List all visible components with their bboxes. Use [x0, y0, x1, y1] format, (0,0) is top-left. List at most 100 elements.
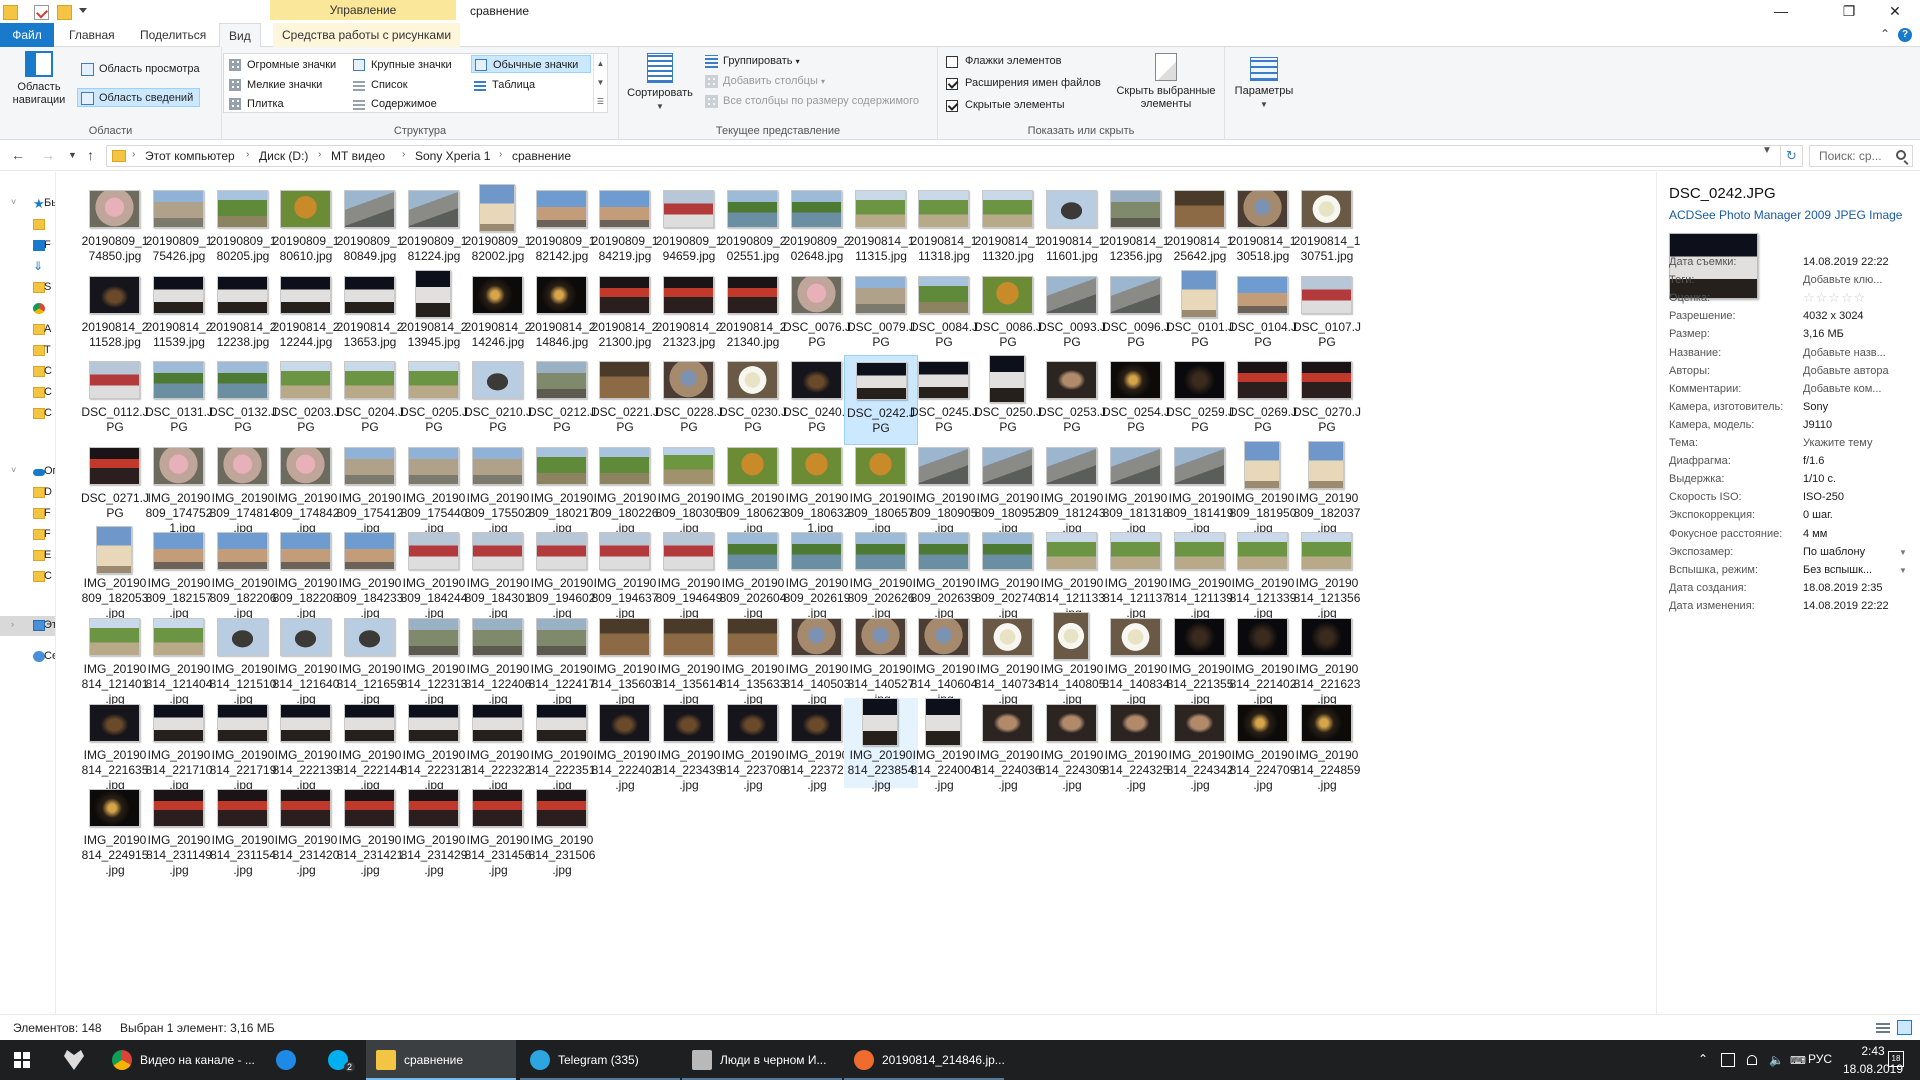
file-item[interactable]: IMG_20190814_140604.jpg	[907, 612, 981, 706]
add-columns-button[interactable]: Добавить столбцы ▾	[702, 72, 825, 91]
file-item[interactable]: IMG_20190 814_222312 .jpg	[397, 698, 471, 792]
file-item[interactable]: IMG_20190 809_180632 _1.jpg	[780, 441, 854, 535]
property-row[interactable]: Экспозамер: По шаблону ▼	[1669, 546, 1909, 564]
file-item[interactable]: IMG_20190 809_175412 .jpg	[333, 441, 407, 535]
property-row[interactable]: Комментарии: Добавьте ком...	[1669, 383, 1909, 401]
file-item[interactable]: IMG_20190 814_221635 .jpg	[78, 698, 152, 792]
file-item[interactable]: IMG_20190 814_224859 .jpg	[1290, 698, 1364, 792]
file-item[interactable]: 20190814_1 11320.jpg	[971, 184, 1045, 274]
file-item[interactable]: DSC_0245.J PG	[907, 355, 981, 445]
chevron-right-icon[interactable]: ›	[11, 619, 14, 629]
details-view-icon[interactable]	[1876, 1022, 1890, 1033]
sort-button[interactable]: Сортировать ▼	[625, 53, 695, 113]
file-item[interactable]: DSC_0253.J PG	[1035, 355, 1109, 445]
taskbar-image-viewer[interactable]: 20190814_214846.jp...	[844, 1040, 1004, 1080]
file-item[interactable]: IMG_20190 814_121339 .jpg	[1226, 526, 1300, 620]
file-item[interactable]: IMG_20190 814_121404 .jpg	[142, 612, 216, 706]
property-value[interactable]: Укажите тему	[1803, 437, 1907, 449]
file-item[interactable]: 20190814_1 30751.jpg	[1290, 184, 1364, 274]
breadcrumb-disk-d[interactable]: Диск (D:)	[259, 149, 308, 163]
taskbar-chrome[interactable]: Видео на канале - ...	[102, 1040, 260, 1080]
file-item[interactable]: IMG_20190 814_223439 .jpg	[652, 698, 726, 792]
file-item[interactable]: IMG_20190 814_231456 .jpg	[461, 783, 535, 877]
file-item[interactable]: IMG_20190 814_224004 .jpg	[907, 698, 981, 792]
file-item[interactable]: IMG_20190 809_180226 .jpg	[588, 441, 662, 535]
network-tray-icon[interactable]	[1745, 1053, 1759, 1067]
nav-pane-button[interactable]: Область навигации	[6, 51, 72, 107]
file-item[interactable]: DSC_0131.J PG	[142, 355, 216, 445]
file-item[interactable]: DSC_0112.J PG	[78, 355, 152, 445]
file-item[interactable]: IMG_20190 814_140834 .jpg	[1099, 612, 1173, 706]
battery-icon[interactable]	[1721, 1053, 1735, 1067]
file-item[interactable]: 20190809_1 74850.jpg	[78, 184, 152, 274]
file-item[interactable]: DSC_0221.J PG	[588, 355, 662, 445]
file-item[interactable]: IMG_20190 814_222144 .jpg	[333, 698, 407, 792]
file-item[interactable]: 20190814_2 14246.jpg	[461, 270, 535, 360]
file-item[interactable]: IMG_20190 814_223728 .jpg	[780, 698, 854, 792]
nav-item[interactable]: A	[0, 320, 55, 340]
language-indicator[interactable]: РУС	[1808, 1052, 1832, 1066]
file-item[interactable]: IMG_20190 809_194637 .jpg	[588, 526, 662, 620]
file-item[interactable]: IMG_20190 809_181318 .jpg	[1099, 441, 1173, 535]
nav-item[interactable]: S	[0, 278, 55, 298]
file-item[interactable]: DSC_0104.J PG	[1226, 270, 1300, 360]
file-item[interactable]: IMG_20190 814_223708 .jpg	[716, 698, 790, 792]
breadcrumb-separator[interactable]: ›	[402, 149, 405, 160]
up-arrow-icon[interactable]: ↑	[87, 147, 94, 163]
nav-item[interactable]: D	[0, 483, 55, 503]
layout-huge-icons[interactable]: Огромные значки	[226, 56, 336, 74]
help-icon[interactable]: ?	[1898, 28, 1912, 42]
file-item[interactable]: 20190814_2 12244.jpg	[269, 270, 343, 360]
file-item[interactable]: DSC_0096.J PG	[1099, 270, 1173, 360]
chevron-down-icon[interactable]: ˅	[11, 465, 16, 475]
file-item[interactable]: 20190809_1 81224.jpg	[397, 184, 471, 274]
taskbar-explorer[interactable]: сравнение	[366, 1040, 516, 1080]
nav-this-pc[interactable]: › Эт	[0, 616, 55, 636]
property-value[interactable]: По шаблону	[1803, 546, 1907, 558]
file-item[interactable]: 20190809_1 94659.jpg	[652, 184, 726, 274]
file-item[interactable]: 20190814_2 21323.jpg	[652, 270, 726, 360]
breadcrumb-separator[interactable]: ›	[132, 149, 135, 160]
file-item[interactable]: IMG_20190 814_231506 .jpg	[525, 783, 599, 877]
breadcrumb-separator[interactable]: ›	[318, 149, 321, 160]
file-item[interactable]: DSC_0093.J PG	[1035, 270, 1109, 360]
file-item[interactable]: IMG_20190 814_222322 .jpg	[461, 698, 535, 792]
taskbar-video-player[interactable]: Люди в черном И...	[682, 1040, 842, 1080]
nav-item[interactable]: F	[0, 525, 55, 545]
taskbar-edge[interactable]	[262, 1040, 310, 1080]
breadcrumb-current-folder[interactable]: сравнение	[512, 149, 571, 163]
file-item[interactable]: IMG_20190 809_182037 .jpg	[1290, 441, 1364, 535]
property-row[interactable]: Оценка: ☆☆☆☆☆	[1669, 290, 1909, 310]
file-item[interactable]: DSC_0254.J PG	[1099, 355, 1173, 445]
file-item[interactable]: 20190809_2 02551.jpg	[716, 184, 790, 274]
property-value[interactable]: Добавьте назв...	[1803, 347, 1907, 359]
folder-icon[interactable]	[3, 5, 18, 20]
file-item[interactable]: IMG_20190 809_180623 .jpg	[716, 441, 790, 535]
file-item[interactable]: IMG_20190 814_224915 .jpg	[78, 783, 152, 877]
file-item[interactable]: IMG_20190 809_174752 _1.jpg	[142, 441, 216, 535]
file-item[interactable]: 20190814_2 13945.jpg	[397, 270, 471, 360]
nav-item[interactable]: C	[0, 404, 55, 424]
file-item[interactable]: DSC_0230.J PG	[716, 355, 790, 445]
file-item[interactable]: 20190814_2 21300.jpg	[588, 270, 662, 360]
breadcrumb-separator[interactable]: ›	[246, 149, 249, 160]
file-item[interactable]: IMG_20190 814_224709 .jpg	[1226, 698, 1300, 792]
file-item[interactable]: IMG_20190 809_202639 .jpg	[907, 526, 981, 620]
fit-columns-button[interactable]: Все столбцы по размеру содержимого	[702, 92, 919, 111]
file-item[interactable]: 20190814_1 11318.jpg	[907, 184, 981, 274]
file-item[interactable]: IMG_20190 814_122313 .jpg	[397, 612, 471, 706]
nav-item[interactable]	[0, 299, 55, 319]
property-value[interactable]: Без вспышк...	[1803, 564, 1907, 576]
file-item[interactable]: IMG_20190 814_231421 .jpg	[333, 783, 407, 877]
checkbox-checked[interactable]	[946, 100, 958, 112]
details-pane-button[interactable]: Область сведений	[77, 88, 201, 107]
file-item[interactable]: 20190814_2 21340.jpg	[716, 270, 790, 360]
file-item[interactable]: 20190814_2 11539.jpg	[142, 270, 216, 360]
nav-network[interactable]: Се	[0, 647, 55, 667]
back-arrow-icon[interactable]: ←	[11, 147, 25, 163]
file-item[interactable]: DSC_0204.J PG	[333, 355, 407, 445]
file-item[interactable]: IMG_20190 814_140734 .jpg	[971, 612, 1045, 706]
tab-file[interactable]: Файл	[0, 23, 54, 47]
layout-tiles[interactable]: Плитка	[226, 95, 284, 113]
file-item[interactable]: IMG_20190 814_224309 .jpg	[1035, 698, 1109, 792]
